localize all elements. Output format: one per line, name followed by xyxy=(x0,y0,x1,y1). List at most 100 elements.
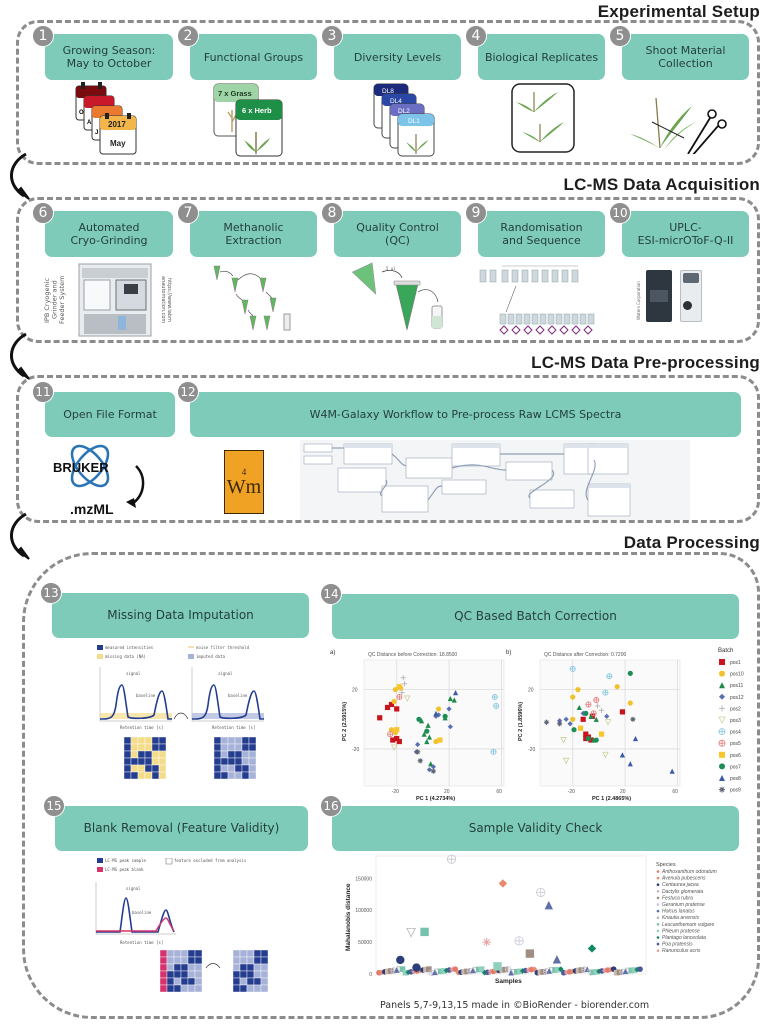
matrix-cell xyxy=(227,771,236,780)
pca-point xyxy=(396,738,402,745)
dl4-label: DL4 xyxy=(390,98,402,105)
imputation-xlabel-1: Retention time [s] xyxy=(120,725,163,730)
maha-ytick-label: 150000 xyxy=(355,876,372,882)
flow-arrow-2 xyxy=(10,332,30,380)
matrix-cell xyxy=(232,984,241,993)
step-5-number: 5 xyxy=(609,25,631,47)
pca-point xyxy=(416,716,422,722)
matrix-cell xyxy=(180,963,189,972)
pca-xtick-label: -20 xyxy=(568,789,575,795)
matrix-cell xyxy=(159,956,168,965)
maha-outlier-point xyxy=(525,949,535,958)
matrix-cell xyxy=(159,970,168,979)
matrix-cell xyxy=(232,970,241,979)
pca-point xyxy=(602,689,609,696)
matrix-cell xyxy=(239,984,248,993)
matrix-cell xyxy=(239,977,248,986)
pca-point xyxy=(493,702,500,709)
maha-outlier-point xyxy=(482,937,491,947)
species-legend-marker xyxy=(656,936,660,939)
step-1-label: Growing Season: May to October xyxy=(45,34,173,80)
matrix-cell xyxy=(137,750,146,759)
batch-legend-label: pos10 xyxy=(730,672,744,678)
dl2-label: DL2 xyxy=(398,108,410,115)
pca-ytick-label: 20 xyxy=(352,688,358,694)
pca-xlabel-0: PC 1 (4.2734%) xyxy=(416,796,455,802)
pca-point xyxy=(583,710,589,716)
batch-legend-marker xyxy=(719,659,725,665)
grinder-machine-icon xyxy=(78,263,152,337)
species-legend-marker xyxy=(656,916,660,919)
imputation-xlabel-2: Retention time [s] xyxy=(212,725,255,730)
footer-credit: Panels 5,7-9,13,15 made in ©BioRender - … xyxy=(380,1000,650,1011)
matrix-cell xyxy=(246,984,255,993)
matrix-cell xyxy=(144,771,153,780)
matrix-cell xyxy=(144,736,153,745)
pca-point xyxy=(570,694,576,700)
matrix-cell xyxy=(246,977,255,986)
matrix-cell xyxy=(234,736,243,745)
matrix-cell xyxy=(246,970,255,979)
pca-xlabel-1: PC 1 (2.4865%) xyxy=(592,796,631,802)
pca-point xyxy=(585,735,592,742)
pca-ylabel-0: PC 2 (2.5915%) xyxy=(342,702,348,741)
matrix-cell xyxy=(225,956,234,965)
step-2-label: Functional Groups xyxy=(190,34,317,80)
matrix-cell xyxy=(151,764,160,773)
blank-legend-excluded: feature excluded from analysis xyxy=(174,858,247,863)
species-legend-marker xyxy=(656,896,660,900)
matrix-cell xyxy=(166,970,175,979)
species-legend-marker xyxy=(656,929,660,933)
pca-batch-correction-chart: a) QC Distance before Correction: 18.8500… xyxy=(330,648,744,802)
species-legend-label: Phleum pratense xyxy=(662,928,700,934)
maha-plot-area xyxy=(375,855,647,975)
step-13-number: 13 xyxy=(40,582,62,604)
matrix-cell xyxy=(253,949,262,958)
grass-label: 7 x Grass xyxy=(218,89,252,98)
matrix-cell xyxy=(213,736,222,745)
matrix-cell xyxy=(253,963,262,972)
matrix-cell xyxy=(180,970,189,979)
matrix-cell xyxy=(213,764,222,773)
species-legend-marker xyxy=(656,909,660,913)
pca-xtick-label: 20 xyxy=(620,789,626,795)
matrix-cell xyxy=(187,956,196,965)
pca-point xyxy=(491,694,498,701)
matrix-cell xyxy=(225,963,234,972)
matrix-cell xyxy=(253,977,262,986)
pca-point xyxy=(570,716,576,722)
step-13-label: Missing Data Imputation xyxy=(52,593,309,638)
matrix-cell xyxy=(227,757,236,766)
step-14-number: 14 xyxy=(320,583,342,605)
pca-xtick-label: -20 xyxy=(392,789,399,795)
matrix-cell xyxy=(187,970,196,979)
imputation-legend-threshold: noise filter threshold xyxy=(196,645,250,650)
species-legend-marker xyxy=(656,903,660,906)
matrix-cell xyxy=(151,743,160,752)
matrix-cell xyxy=(130,771,139,780)
matrix-cell xyxy=(227,764,236,773)
calendar-month-a: A xyxy=(87,120,92,126)
maha-outlier-point xyxy=(412,963,421,972)
pca-point xyxy=(575,687,581,693)
step-8-number: 8 xyxy=(321,202,343,224)
step-3-number: 3 xyxy=(321,25,343,47)
pca-panel-label-0: a) xyxy=(330,650,335,656)
matrix-cell xyxy=(130,743,139,752)
pca-point xyxy=(571,727,577,733)
w4m-logo-text: Wm xyxy=(226,476,262,498)
matrix-cell xyxy=(187,963,196,972)
imputation-legend-missing: missing data (NA) xyxy=(105,654,146,659)
matrix-cell xyxy=(234,764,243,773)
batch-legend-marker xyxy=(718,728,726,735)
qc-volume-label: 5 µl xyxy=(386,266,396,271)
matrix-cell xyxy=(144,743,153,752)
matrix-cell xyxy=(232,949,241,958)
calendar-month-o: O xyxy=(79,110,84,116)
dl8-label: DL8 xyxy=(382,88,394,95)
step-7-label: Methanolic Extraction xyxy=(190,211,317,257)
matrix-cell xyxy=(234,757,243,766)
pca-ytick-label: -20 xyxy=(352,747,359,753)
species-legend-label: Festuca rubra xyxy=(662,895,693,901)
flow-arrow-3 xyxy=(10,512,30,560)
